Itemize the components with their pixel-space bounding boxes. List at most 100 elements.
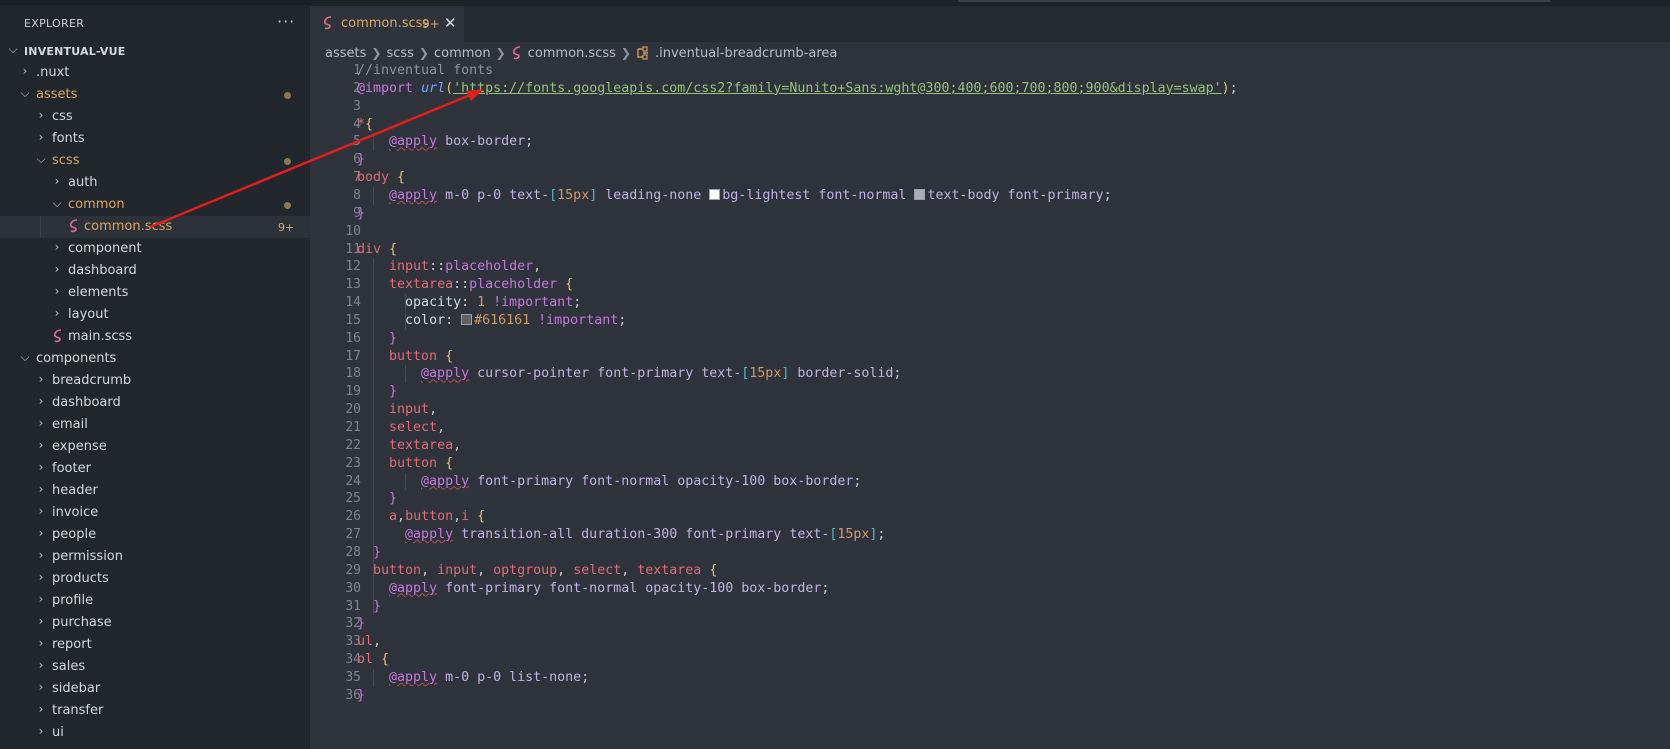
- breadcrumb-item-common[interactable]: common: [434, 46, 491, 61]
- code-line[interactable]: 22 textarea,: [310, 437, 1670, 456]
- code-line[interactable]: 8 @apply m-0 p-0 text-[15px] leading-non…: [310, 187, 1670, 206]
- tree-folder-css[interactable]: › css: [0, 106, 310, 128]
- tree-folder-invoice[interactable]: › invoice: [0, 502, 310, 524]
- chevron-down-icon: ⌵: [8, 42, 18, 56]
- code-line[interactable]: 11 div {: [310, 241, 1670, 260]
- command-center-edge: [958, 0, 1550, 2]
- code-line[interactable]: 29 button, input, optgroup, select, text…: [310, 562, 1670, 581]
- line-number: 5: [353, 134, 361, 150]
- sass-file-icon: [52, 329, 64, 343]
- code-line[interactable]: 20 input,: [310, 401, 1670, 420]
- tree-folder-transfer[interactable]: › transfer: [0, 700, 310, 722]
- tree-folder-header[interactable]: › header: [0, 480, 310, 502]
- tree-folder-scss[interactable]: ⌵ scss: [0, 150, 310, 172]
- tree-folder-nuxt[interactable]: › .nuxt: [0, 62, 310, 84]
- code-text: button, input, optgroup, select, textare…: [373, 562, 718, 578]
- tree-folder-products[interactable]: › products: [0, 568, 310, 590]
- code-line[interactable]: 25 }: [310, 490, 1670, 509]
- tree-folder-ui[interactable]: › ui: [0, 722, 310, 744]
- breadcrumb-item-assets[interactable]: assets: [325, 46, 366, 61]
- code-line[interactable]: 10: [310, 223, 1670, 242]
- tree-folder-elements[interactable]: › elements: [0, 282, 310, 304]
- code-line[interactable]: 4 *{: [310, 116, 1670, 135]
- tree-folder-auth[interactable]: › auth: [0, 172, 310, 194]
- code-line[interactable]: 12 input::placeholder,: [310, 258, 1670, 277]
- tree-folder-fonts[interactable]: › fonts: [0, 128, 310, 150]
- breadcrumb-item-file[interactable]: common.scss: [528, 46, 616, 61]
- code-line[interactable]: 24 @apply font-primary font-normal opaci…: [310, 473, 1670, 492]
- code-line[interactable]: 9}: [310, 205, 1670, 224]
- tree-folder-breadcrumb[interactable]: › breadcrumb: [0, 370, 310, 392]
- tree-folder-sidebar[interactable]: › sidebar: [0, 678, 310, 700]
- tree-item-label: products: [52, 571, 109, 586]
- code-line[interactable]: 3: [310, 98, 1670, 117]
- chevron-down-icon: ⌵: [20, 86, 30, 100]
- code-text: ol {: [357, 652, 390, 668]
- code-line[interactable]: 27 @apply transition-all duration-300 fo…: [310, 526, 1670, 545]
- code-line[interactable]: 32}: [310, 615, 1670, 634]
- code-line[interactable]: 14 opacity: 1 !important;: [310, 294, 1670, 313]
- tree-item-label: components: [36, 351, 117, 366]
- chevron-right-icon: ❯: [620, 46, 631, 60]
- indent-guide: [373, 133, 374, 152]
- code-line[interactable]: 7 body {: [310, 169, 1670, 188]
- chevron-right-icon: ›: [38, 526, 44, 540]
- tree-folder-layout[interactable]: › layout: [0, 304, 310, 326]
- code-text: @apply font-primary font-normal opacity-…: [389, 580, 830, 596]
- chevron-down-icon: ⌵: [20, 350, 30, 364]
- tree-folder-email[interactable]: › email: [0, 414, 310, 436]
- tab-common-scss[interactable]: common.scss 9+ ✕: [310, 6, 464, 42]
- tree-folder-profile[interactable]: › profile: [0, 590, 310, 612]
- code-line[interactable]: 1//inventual fonts: [310, 62, 1670, 81]
- code-line[interactable]: 30 @apply font-primary font-normal opaci…: [310, 580, 1670, 599]
- tree-folder-dashboard[interactable]: › dashboard: [0, 260, 310, 282]
- code-line[interactable]: 28 }: [310, 544, 1670, 563]
- code-line[interactable]: 33 ul,: [310, 633, 1670, 652]
- line-number: 24: [345, 473, 361, 489]
- tree-folder-report[interactable]: › report: [0, 634, 310, 656]
- tree-folder-people[interactable]: › people: [0, 524, 310, 546]
- chevron-right-icon: ›: [38, 504, 44, 518]
- tree-folder-purchase[interactable]: › purchase: [0, 612, 310, 634]
- tree-folder-component[interactable]: › component: [0, 238, 310, 260]
- code-line[interactable]: 26 a,button,i {: [310, 508, 1670, 527]
- tree-folder-assets[interactable]: ⌵ assets: [0, 84, 310, 106]
- tree-folder-permission[interactable]: › permission: [0, 546, 310, 568]
- code-line[interactable]: 31 }: [310, 598, 1670, 617]
- tree-folder-footer[interactable]: › footer: [0, 458, 310, 480]
- code-line[interactable]: 18 @apply cursor-pointer font-primary te…: [310, 365, 1670, 384]
- code-line[interactable]: 6}: [310, 151, 1670, 170]
- code-line[interactable]: 2 @import url('https://fonts.googleapis.c…: [310, 80, 1670, 99]
- tree-folder-components[interactable]: ⌵ components: [0, 348, 310, 370]
- code-line[interactable]: 15 color: #616161 !important;: [310, 312, 1670, 331]
- code-line[interactable]: 13 textarea::placeholder {: [310, 276, 1670, 295]
- line-number: 33: [345, 634, 361, 650]
- code-line[interactable]: 34 ol {: [310, 651, 1670, 670]
- code-line[interactable]: 35 @apply m-0 p-0 list-none;: [310, 669, 1670, 688]
- tree-folder-sales[interactable]: › sales: [0, 656, 310, 678]
- close-icon[interactable]: ✕: [444, 14, 457, 32]
- code-text: }: [389, 330, 398, 346]
- tree-indent-guide: [40, 216, 41, 238]
- tree-folder-components-dashboard[interactable]: › dashboard: [0, 392, 310, 414]
- tree-item-label: ui: [52, 725, 64, 740]
- code-line[interactable]: 16 }: [310, 330, 1670, 349]
- more-actions-icon[interactable]: ···: [277, 12, 295, 31]
- code-line[interactable]: 19 }: [310, 383, 1670, 402]
- code-line[interactable]: 23 button {: [310, 455, 1670, 474]
- code-line[interactable]: 21 select,: [310, 419, 1670, 438]
- tree-folder-common[interactable]: ⌵ common: [0, 194, 310, 216]
- tree-file-main-scss[interactable]: main.scss: [0, 326, 310, 348]
- breadcrumb-item-symbol[interactable]: .inventual-breadcrumb-area: [655, 46, 837, 61]
- line-number: 18: [345, 366, 361, 382]
- code-line[interactable]: 36}: [310, 687, 1670, 706]
- code-line[interactable]: 17 button {: [310, 348, 1670, 367]
- tree-file-common-scss[interactable]: common.scss 9+: [0, 216, 310, 238]
- tree-folder-expense[interactable]: › expense: [0, 436, 310, 458]
- code-editor[interactable]: 1//inventual fonts 2 @import url('https://…: [310, 62, 1670, 749]
- chevron-right-icon: ›: [38, 724, 44, 738]
- tree-root-folder[interactable]: ⌵ INVENTUAL-VUE: [0, 40, 310, 62]
- line-number: 30: [345, 580, 361, 596]
- breadcrumb-item-scss[interactable]: scss: [386, 46, 413, 61]
- code-line[interactable]: 5 @apply box-border;: [310, 133, 1670, 152]
